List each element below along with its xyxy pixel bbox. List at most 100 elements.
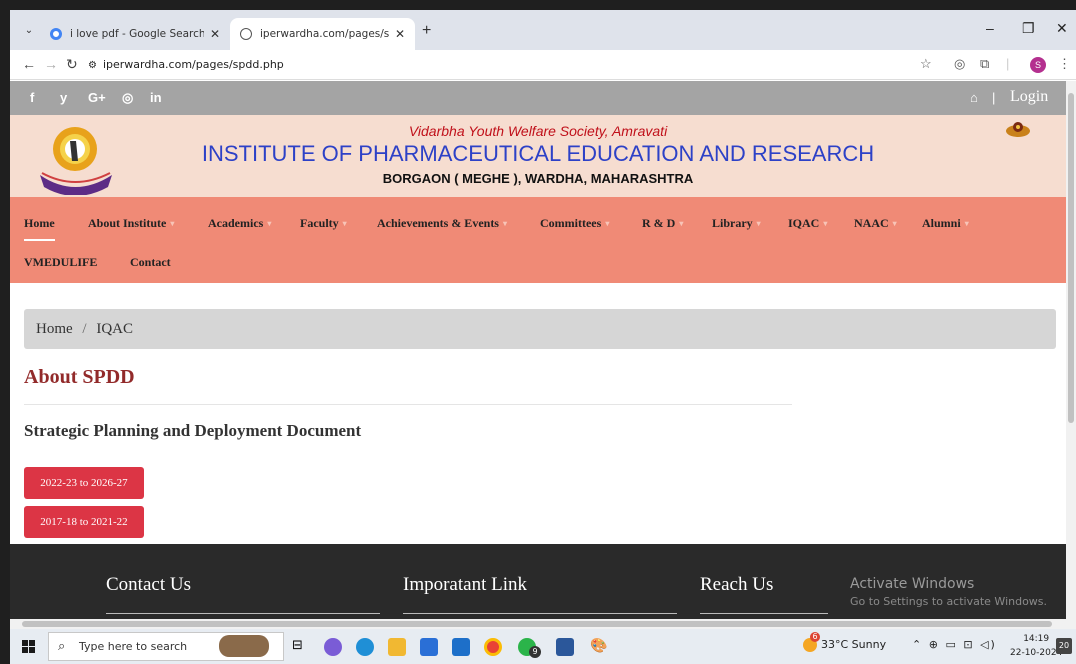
breadcrumb-separator: / <box>82 321 87 337</box>
minimize-icon[interactable]: – <box>986 20 994 36</box>
spdd-2017-2022-button[interactable]: 2017-18 to 2021-22 <box>24 506 144 538</box>
bookmark-star-icon[interactable]: ☆ <box>920 56 932 72</box>
close-tab-icon[interactable]: ✕ <box>210 27 220 41</box>
breadcrumb-current: IQAC <box>96 321 134 337</box>
address-bar[interactable]: ⚙ iperwardha.com/pages/spdd.php <box>76 52 936 78</box>
chevron-up-icon[interactable]: ⌃ <box>912 638 923 651</box>
close-tab-icon[interactable]: ✕ <box>395 27 405 41</box>
mail-icon[interactable] <box>452 638 470 656</box>
scrollbar-thumb[interactable] <box>22 621 1052 627</box>
task-view-icon[interactable]: ⊟ <box>292 638 310 656</box>
site-settings-icon[interactable]: ⚙ <box>88 60 97 71</box>
caret-down-icon: ▾ <box>756 219 761 228</box>
caret-down-icon: ▾ <box>342 219 347 228</box>
network-icon[interactable]: ⊕ <box>929 638 940 651</box>
windows-start-icon[interactable] <box>22 640 35 653</box>
whatsapp-badge: 9 <box>529 646 541 658</box>
nav-label: Committees <box>540 216 602 230</box>
weather-text: 33°C Sunny <box>821 638 887 651</box>
nav-label: NAAC <box>854 216 889 230</box>
footer-underline <box>106 613 380 614</box>
nav-label: About Institute <box>88 216 167 230</box>
lens-icon[interactable]: ◎ <box>954 56 965 72</box>
footer-heading-links: Imporatant Link <box>403 574 527 595</box>
nav-academics[interactable]: Academics ▾ <box>208 216 271 231</box>
store-icon[interactable] <box>420 638 438 656</box>
nav-naac[interactable]: NAAC ▾ <box>854 216 897 231</box>
nav-library[interactable]: Library ▾ <box>712 216 761 231</box>
tab-google-search[interactable]: i love pdf - Google Search ✕ <box>40 18 230 50</box>
notification-icon[interactable]: 20 <box>1056 638 1072 654</box>
nav-committees[interactable]: Committees ▾ <box>540 216 609 231</box>
spdd-2022-2027-button[interactable]: 2022-23 to 2026-27 <box>24 467 144 499</box>
google-plus-icon[interactable]: G+ <box>88 90 106 105</box>
nav-contact[interactable]: Contact <box>130 255 171 270</box>
nav-home[interactable]: Home <box>24 216 55 241</box>
nav-alumni[interactable]: Alumni ▾ <box>922 216 969 231</box>
institute-name: INSTITUTE OF PHARMACEUTICAL EDUCATION AN… <box>201 141 875 166</box>
instagram-icon[interactable]: ◎ <box>122 90 133 106</box>
browser-toolbar: ← → ↻ ⚙ iperwardha.com/pages/spdd.php ☆ ◎… <box>10 50 1076 80</box>
nav-vmedulife[interactable]: VMEDULIFE <box>24 255 97 270</box>
windows-taskbar: ⌕ Type here to search ⊟ 9 🎨 6 33°C Sunny … <box>10 629 1076 664</box>
taskbar-search-box[interactable]: ⌕ Type here to search <box>48 632 284 661</box>
word-icon[interactable] <box>556 638 574 656</box>
page-title: About SPDD <box>24 366 135 388</box>
chrome-icon[interactable] <box>484 638 502 656</box>
social-bar: f y G+ ◎ in ⌂ | Login <box>10 81 1066 115</box>
whatsapp-icon[interactable]: 9 <box>518 638 541 658</box>
login-link[interactable]: Login <box>1010 88 1048 106</box>
main-navigation: Home About Institute ▾ Academics ▾ Faculty… <box>10 197 1066 283</box>
clock[interactable]: 14:19 22-10-2024 <box>1010 632 1062 660</box>
back-arrow-icon[interactable]: ← <box>22 56 36 72</box>
caret-down-icon: ▾ <box>267 219 272 228</box>
home-icon[interactable]: ⌂ <box>970 90 978 105</box>
battery-icon[interactable]: ▭ <box>945 638 957 651</box>
nav-iqac[interactable]: IQAC ▾ <box>788 216 827 231</box>
sun-icon: 6 <box>803 632 820 652</box>
topbar-separator: | <box>992 90 996 105</box>
caret-down-icon: ▾ <box>679 219 684 228</box>
nav-label: Library <box>712 216 753 230</box>
search-placeholder: Type here to search <box>79 640 188 653</box>
nav-about-institute[interactable]: About Institute ▾ <box>88 216 174 231</box>
footer-heading-contact: Contact Us <box>106 574 191 595</box>
profile-avatar[interactable]: S <box>1030 57 1046 73</box>
site-header: Vidarbha Youth Welfare Society, Amravati… <box>10 115 1066 197</box>
copilot-icon[interactable] <box>324 638 342 656</box>
new-tab-button[interactable]: + <box>422 22 431 40</box>
forward-arrow-icon[interactable]: → <box>44 56 58 72</box>
menu-kebab-icon[interactable]: ⋮ <box>1058 56 1071 72</box>
display-icon[interactable]: ⊡ <box>963 638 974 651</box>
extensions-icon[interactable]: ⧉ <box>980 56 989 72</box>
nav-label: Achievements & Events <box>377 216 499 230</box>
twitter-icon[interactable]: y <box>60 90 67 105</box>
title-divider <box>24 404 792 405</box>
clock-date: 22-10-2024 <box>1010 648 1063 658</box>
tab-search-chevron-icon[interactable]: ⌄ <box>20 22 38 40</box>
paint-icon[interactable]: 🎨 <box>590 638 608 656</box>
caret-down-icon: ▾ <box>605 219 610 228</box>
file-explorer-icon[interactable] <box>388 638 406 656</box>
restore-icon[interactable]: ❐ <box>1022 20 1035 37</box>
nav-achievements-events[interactable]: Achievements & Events ▾ <box>377 216 507 231</box>
close-window-icon[interactable]: ✕ <box>1056 20 1068 37</box>
weather-widget[interactable]: 6 33°C Sunny <box>803 632 887 652</box>
notification-count: 20 <box>1058 641 1070 650</box>
linkedin-icon[interactable]: in <box>150 90 162 105</box>
nav-label: VMEDULIFE <box>24 255 98 269</box>
vertical-scrollbar[interactable] <box>1066 81 1076 619</box>
breadcrumb-home[interactable]: Home <box>36 321 73 337</box>
scrollbar-thumb[interactable] <box>1068 93 1074 423</box>
facebook-icon[interactable]: f <box>30 90 34 105</box>
globe-icon <box>240 28 252 40</box>
nav-faculty[interactable]: Faculty ▾ <box>300 216 347 231</box>
tab-iperwardha[interactable]: iperwardha.com/pages/spdd.ph ✕ <box>230 18 415 50</box>
horizontal-scrollbar[interactable] <box>10 619 1076 629</box>
nav-label: IQAC <box>788 216 820 230</box>
volume-icon[interactable]: ◁) <box>980 638 997 651</box>
society-name: Vidarbha Youth Welfare Society, Amravati <box>408 123 668 139</box>
system-tray[interactable]: ⌃ ⊕ ▭ ⊡ ◁) <box>912 638 997 651</box>
nav-r-and-d[interactable]: R & D ▾ <box>642 216 683 231</box>
edge-icon[interactable] <box>356 638 374 656</box>
